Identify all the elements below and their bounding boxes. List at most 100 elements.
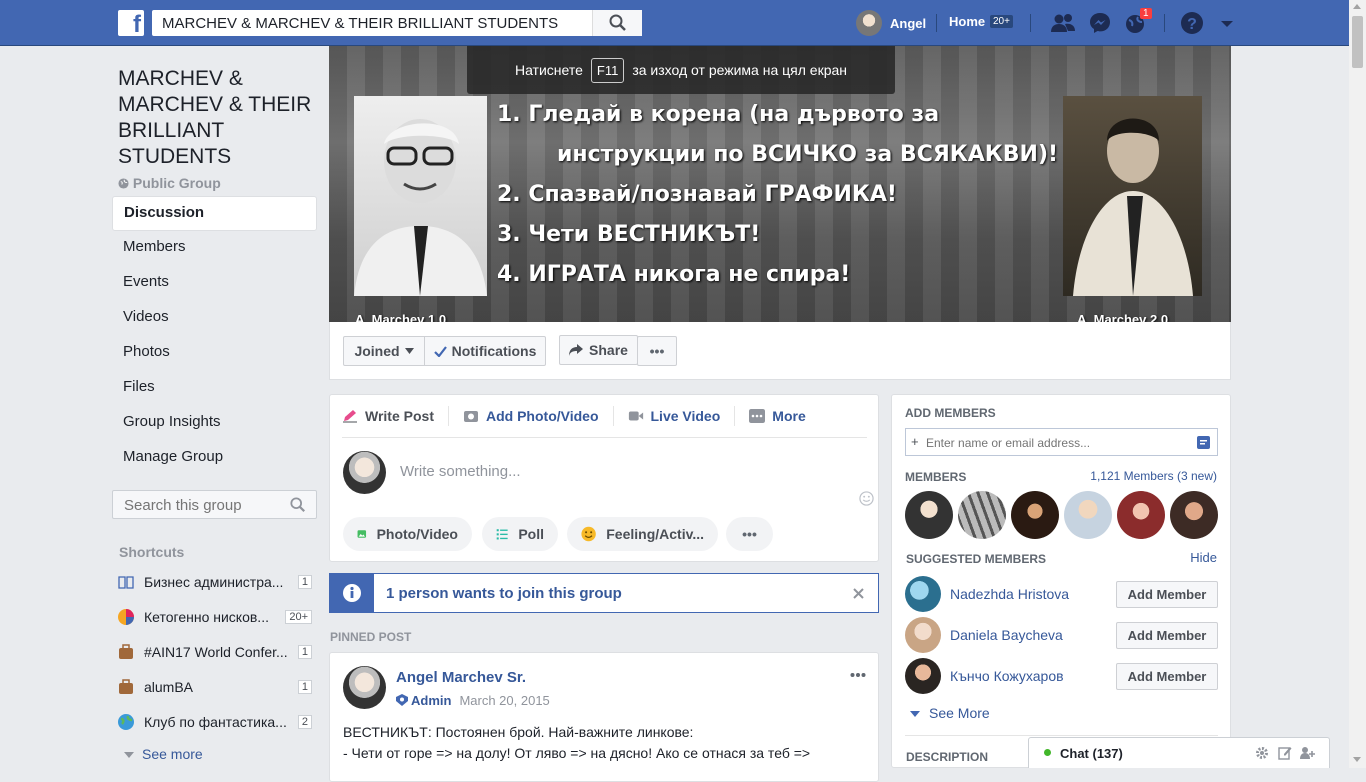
scroll-down-arrow[interactable] (1353, 757, 1361, 762)
briefcase-icon (119, 644, 133, 659)
poll-icon (496, 529, 508, 540)
compose-icon[interactable] (1278, 746, 1292, 760)
shortcut-item[interactable]: Клуб по фантастика... 2 (118, 711, 312, 733)
nav-discussion[interactable]: Discussion (112, 196, 317, 231)
group-privacy: Public Group (118, 175, 221, 191)
contacts-card-icon[interactable] (1197, 436, 1210, 449)
add-members-field: + (905, 428, 1218, 456)
scroll-up-arrow[interactable] (1353, 4, 1361, 9)
shortcut-count: 20+ (285, 610, 312, 624)
messenger-icon[interactable] (1087, 10, 1113, 36)
global-search-input[interactable] (160, 14, 584, 33)
new-group-icon[interactable] (1300, 746, 1316, 760)
suggestions-see-more[interactable]: See More (910, 705, 990, 721)
tab-more[interactable]: More (749, 406, 819, 426)
post-role[interactable]: Admin (411, 693, 451, 708)
tab-live-video[interactable]: Live Video (628, 406, 736, 426)
shortcut-item[interactable]: Бизнес администра... 1 (118, 571, 312, 593)
friend-requests-icon[interactable] (1050, 10, 1076, 36)
search-icon[interactable] (290, 497, 306, 513)
suggested-member-name[interactable]: Daniela Baycheva (950, 627, 1116, 643)
shortcut-item[interactable]: alumBA 1 (118, 676, 312, 698)
pencil-icon (343, 410, 357, 423)
cover-line-4: 3. Чети ВЕСТНИКЪТ! (497, 222, 761, 247)
home-badge: 20+ (990, 15, 1013, 28)
see-more-label: See more (142, 746, 203, 762)
shortcut-item[interactable]: #AIN17 World Confer... 1 (118, 641, 312, 663)
video-camera-icon (628, 411, 643, 421)
joined-button[interactable]: Joined (343, 336, 425, 366)
nav-files[interactable]: Files (112, 371, 317, 406)
gear-icon[interactable] (1255, 746, 1269, 760)
avatar (343, 451, 386, 494)
post-options-icon[interactable] (850, 672, 866, 678)
member-avatar[interactable] (1117, 491, 1165, 539)
avatar[interactable] (905, 617, 941, 653)
nav-photos[interactable]: Photos (112, 336, 317, 371)
more-dots-icon (749, 409, 766, 423)
member-avatar[interactable] (905, 491, 953, 539)
shortcut-count: 2 (297, 715, 312, 729)
help-icon[interactable]: ? (1179, 10, 1205, 36)
shortcuts-see-more[interactable]: See more (124, 746, 203, 762)
more-pill[interactable]: ••• (726, 517, 773, 551)
globe-icon (118, 714, 134, 730)
account-menu-chevron-icon[interactable] (1214, 10, 1240, 36)
tab-write-post[interactable]: Write Post (342, 406, 449, 426)
avatar[interactable] (343, 666, 386, 709)
cover-line-5: 4. ИГРАТА никога не спира! (497, 262, 851, 287)
add-member-button[interactable]: Add Member (1116, 662, 1218, 690)
shortcut-label: alumBA (144, 679, 194, 695)
home-link[interactable]: Home (949, 14, 985, 29)
shortcut-item[interactable]: Кетогенно нисков... 20+ (118, 606, 312, 628)
group-title[interactable]: MARCHEV & MARCHEV & THEIR BRILLIANT STUD… (118, 66, 318, 170)
avatar[interactable] (905, 576, 941, 612)
photo-video-pill[interactable]: Photo/Video (343, 517, 472, 551)
add-member-button[interactable]: Add Member (1116, 580, 1218, 608)
hide-suggestions-link[interactable]: Hide (1190, 550, 1217, 565)
shortcut-count: 1 (297, 645, 312, 659)
suggested-member-name[interactable]: Кънчо Кожухаров (950, 668, 1116, 684)
poll-pill[interactable]: Poll (482, 517, 558, 551)
nav-videos[interactable]: Videos (112, 301, 317, 336)
profile-name: Angel (890, 15, 927, 31)
share-button[interactable]: Share (559, 335, 638, 365)
fullscreen-tip: Натиснете F11 за изход от режима на цял … (467, 46, 895, 94)
member-avatar[interactable] (1064, 491, 1112, 539)
write-something-input[interactable]: Write something... (400, 463, 521, 480)
notifications-button[interactable]: Notifications (424, 336, 546, 366)
cover-line-1: 1. Гледай в корена (на дървото за (497, 102, 940, 127)
members-heading: MEMBERS (905, 470, 967, 484)
member-avatar[interactable] (1170, 491, 1218, 539)
join-request-banner[interactable]: 1 person wants to join this group (329, 573, 879, 613)
shortcut-label: Бизнес администра... (144, 574, 284, 590)
nav-members[interactable]: Members (112, 231, 317, 266)
emoji-icon[interactable] (859, 491, 874, 506)
avatar[interactable] (905, 658, 941, 694)
join-request-text[interactable]: 1 person wants to join this group (386, 585, 622, 602)
add-member-button[interactable]: Add Member (1116, 621, 1218, 649)
group-search-input[interactable] (122, 496, 291, 515)
search-button[interactable] (592, 10, 642, 36)
suggested-member-name[interactable]: Nadezhda Hristova (950, 586, 1116, 602)
member-avatar[interactable] (1011, 491, 1059, 539)
nav-group-insights[interactable]: Group Insights (112, 406, 317, 441)
feeling-activity-pill[interactable]: Feeling/Activ... (567, 517, 718, 551)
page-scrollbar[interactable] (1349, 0, 1366, 768)
add-members-input[interactable] (924, 435, 1208, 451)
post-date[interactable]: March 20, 2015 (459, 693, 549, 708)
more-options-button[interactable]: ••• (637, 336, 677, 366)
members-count-link[interactable]: 1,121 Members (3 new) (1090, 469, 1217, 483)
plus-icon: + (911, 434, 919, 449)
nav-events[interactable]: Events (112, 266, 317, 301)
member-avatar[interactable] (958, 491, 1006, 539)
nav-manage-group[interactable]: Manage Group (112, 441, 317, 476)
portrait-left (354, 96, 487, 296)
facebook-logo[interactable]: f (118, 10, 144, 38)
close-icon[interactable] (853, 588, 864, 599)
scrollbar-thumb[interactable] (1352, 16, 1363, 68)
tab-add-photo-video[interactable]: Add Photo/Video (463, 406, 614, 426)
profile-link[interactable]: Angel (856, 10, 926, 36)
post-author[interactable]: Angel Marchev Sr. (396, 669, 526, 686)
chat-bar[interactable]: Chat (137) (1028, 737, 1330, 768)
